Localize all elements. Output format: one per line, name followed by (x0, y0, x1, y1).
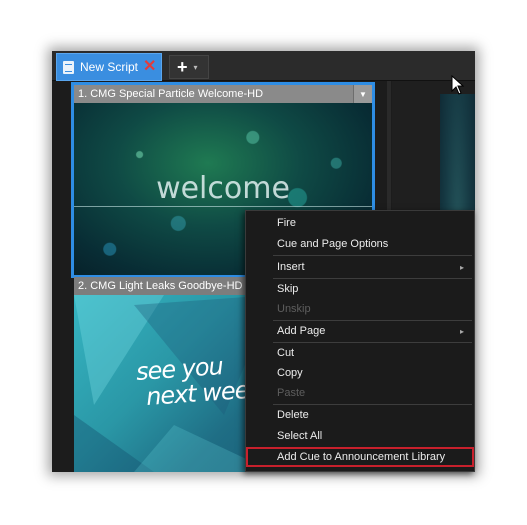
menu-item-paste: Paste (246, 383, 474, 403)
context-menu: Fire Cue and Page Options Insert ▸ Skip … (245, 210, 475, 472)
mouse-cursor-icon (451, 75, 465, 95)
menu-item-label: Cue and Page Options (277, 238, 389, 250)
menu-item-cut[interactable]: Cut (246, 343, 474, 363)
menu-item-label: Paste (277, 387, 306, 399)
plus-icon: + (177, 57, 188, 77)
menu-item-cue-and-page-options[interactable]: Cue and Page Options (246, 234, 474, 254)
tab-label: New Script (80, 60, 139, 74)
menu-separator (273, 255, 472, 256)
menu-item-add-page[interactable]: Add Page ▸ (246, 321, 474, 341)
menu-item-label: Copy (277, 367, 303, 379)
menu-item-label: Fire (277, 217, 296, 229)
cue-header: 1. CMG Special Particle Welcome-HD ▼ (74, 85, 372, 103)
menu-item-label: Add Page (277, 325, 326, 337)
cue-title: 1. CMG Special Particle Welcome-HD (78, 88, 264, 100)
submenu-arrow-icon: ▸ (459, 326, 464, 336)
add-tab-button[interactable]: + ▾ (169, 55, 209, 79)
chevron-down-icon[interactable]: ▼ (353, 85, 372, 103)
menu-item-fire[interactable]: Fire (246, 213, 474, 233)
menu-item-label: Unskip (277, 303, 311, 315)
menu-item-copy[interactable]: Copy (246, 363, 474, 383)
thumbnail-divider (74, 206, 372, 207)
close-icon[interactable]: ✕ (143, 59, 156, 75)
menu-item-add-cue-to-announcement-library[interactable]: Add Cue to Announcement Library (246, 447, 474, 467)
menu-item-select-all[interactable]: Select All (246, 426, 474, 446)
menu-item-skip[interactable]: Skip (246, 279, 474, 299)
menu-item-delete[interactable]: Delete (246, 405, 474, 425)
menu-item-unskip: Unskip (246, 299, 474, 319)
thumbnail-text: welcome (156, 171, 290, 206)
menu-item-label: Select All (277, 430, 323, 442)
chevron-down-icon[interactable]: ▾ (194, 63, 198, 72)
cue-title: 2. CMG Light Leaks Goodbye-HD (78, 280, 243, 292)
menu-item-label: Cut (277, 347, 295, 359)
document-icon (63, 60, 74, 74)
menu-item-label: Add Cue to Announcement Library (277, 451, 446, 463)
submenu-arrow-icon: ▸ (459, 262, 464, 272)
menu-item-label: Delete (277, 409, 309, 421)
menu-item-label: Insert (277, 261, 305, 273)
menu-item-insert[interactable]: Insert ▸ (246, 257, 474, 277)
tab-bar: New Script ✕ + ▾ (52, 51, 475, 81)
tab-new-script[interactable]: New Script ✕ (56, 53, 162, 81)
menu-item-label: Skip (277, 283, 299, 295)
